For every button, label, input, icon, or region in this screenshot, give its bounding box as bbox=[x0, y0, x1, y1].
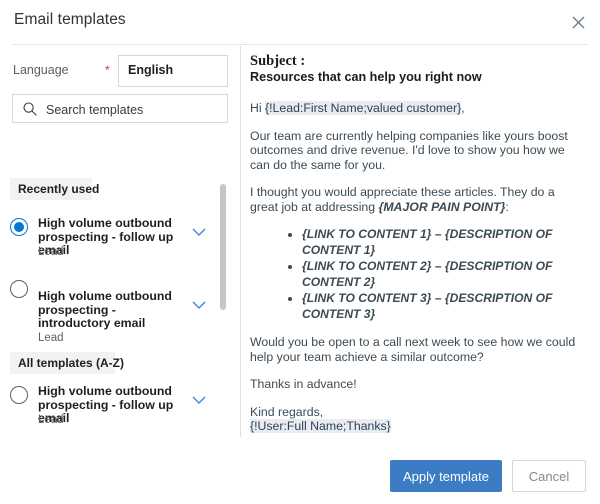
group-header-recently-used: Recently used bbox=[10, 178, 92, 200]
required-marker: * bbox=[105, 64, 110, 76]
chevron-down-icon[interactable] bbox=[189, 225, 209, 239]
list-item: {LINK TO CONTENT 2} – {DESCRIPTION OF CO… bbox=[302, 258, 580, 290]
chevron-down-icon[interactable] bbox=[189, 393, 209, 407]
language-label: Language bbox=[13, 63, 69, 77]
language-row: Language * English bbox=[12, 55, 228, 87]
body-paragraph-4: Thanks in advance! bbox=[250, 377, 580, 392]
template-subtitle: Lead bbox=[38, 246, 64, 259]
dialog-footer: Apply template Cancel bbox=[0, 437, 600, 504]
list-item: {LINK TO CONTENT 1} – {DESCRIPTION OF CO… bbox=[302, 226, 580, 258]
template-title: High volume outbound prospecting - intro… bbox=[38, 290, 178, 331]
cancel-button[interactable]: Cancel bbox=[512, 460, 586, 492]
subject-label: Subject : bbox=[250, 53, 580, 69]
body-paragraph-1: Our team are currently helping companies… bbox=[250, 129, 580, 173]
language-field[interactable]: English bbox=[118, 55, 228, 87]
list-scrollbar-thumb[interactable] bbox=[220, 184, 226, 310]
body-paragraph-2: I thought you would appreciate these art… bbox=[250, 185, 580, 214]
content-link-list: {LINK TO CONTENT 1} – {DESCRIPTION OF CO… bbox=[250, 226, 580, 322]
body-paragraph-3: Would you be open to a call next week to… bbox=[250, 335, 580, 364]
apply-template-button[interactable]: Apply template bbox=[390, 460, 502, 492]
pain-suffix: : bbox=[505, 200, 508, 214]
dialog-header: Email templates bbox=[0, 0, 600, 44]
close-button[interactable] bbox=[562, 6, 594, 38]
search-input[interactable] bbox=[44, 95, 228, 124]
language-value: English bbox=[128, 63, 173, 77]
group-header-all-templates: All templates (A-Z) bbox=[10, 352, 115, 374]
list-item: {LINK TO CONTENT 3} – {DESCRIPTION OF CO… bbox=[302, 290, 580, 322]
template-subtitle: Lead bbox=[38, 332, 64, 345]
template-subtitle: Lead bbox=[38, 414, 64, 427]
signoff-token: {!User:Full Name;Thanks} bbox=[250, 419, 391, 433]
signoff-paragraph: Kind regards,{!User:Full Name;Thanks} bbox=[250, 405, 580, 434]
page-title: Email templates bbox=[14, 11, 126, 29]
email-templates-dialog: Email templates Language * English bbox=[0, 0, 600, 504]
greeting-paragraph: Hi {!Lead:First Name;valued customer}, bbox=[250, 101, 580, 116]
template-list: Recently used High volume outbound prosp… bbox=[0, 133, 240, 437]
list-item[interactable]: High volume outbound prospecting - follo… bbox=[0, 386, 224, 436]
greeting-token: {!Lead:First Name;valued customer} bbox=[265, 101, 461, 115]
signoff-text: Kind regards, bbox=[250, 405, 323, 419]
template-preview-pane: Subject : Resources that can help you ri… bbox=[241, 45, 600, 437]
template-radio[interactable] bbox=[10, 386, 28, 404]
search-icon bbox=[22, 101, 38, 117]
pain-point-token: {MAJOR PAIN POINT} bbox=[379, 200, 506, 214]
greeting-prefix: Hi bbox=[250, 101, 265, 115]
subject-text: Resources that can help you right now bbox=[250, 70, 580, 85]
template-radio[interactable] bbox=[10, 218, 28, 236]
greeting-suffix: , bbox=[461, 101, 464, 115]
list-item[interactable]: High volume outbound prospecting - follo… bbox=[0, 218, 224, 268]
chevron-down-icon[interactable] bbox=[189, 298, 209, 312]
template-browser-pane: Language * English Recently used High bbox=[0, 45, 240, 437]
list-item[interactable]: High volume outbound prospecting - intro… bbox=[0, 280, 224, 342]
search-box[interactable] bbox=[12, 94, 228, 123]
close-icon bbox=[572, 16, 585, 29]
template-radio[interactable] bbox=[10, 280, 28, 298]
